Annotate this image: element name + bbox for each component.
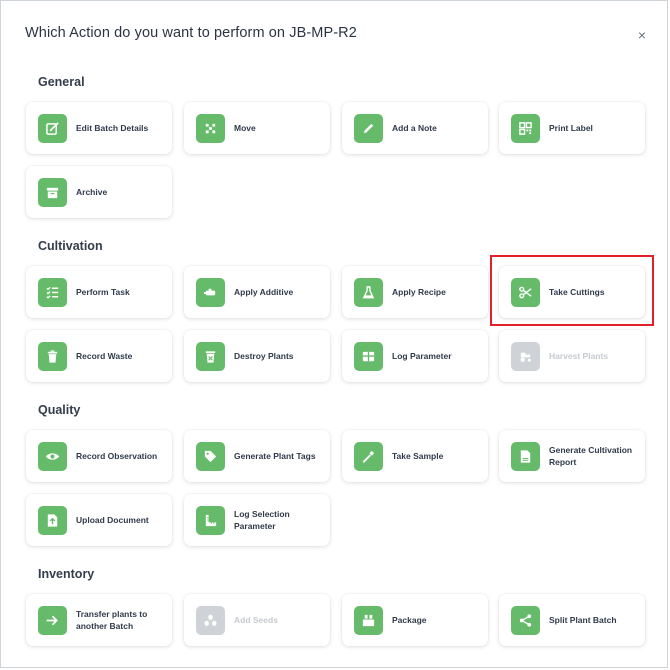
tractor-icon	[511, 342, 540, 371]
record-waste-button[interactable]: Record Waste	[26, 330, 172, 382]
generate-plant-tags-button[interactable]: Generate Plant Tags	[184, 430, 330, 482]
checklist-icon	[38, 278, 67, 307]
split-plant-batch-button[interactable]: Split Plant Batch	[499, 594, 645, 646]
destroy-plants-label: Destroy Plants	[234, 351, 294, 361]
modal-title: Which Action do you want to perform on J…	[25, 25, 357, 41]
close-icon[interactable]: ×	[635, 28, 649, 42]
pdf-file-icon	[511, 442, 540, 471]
log-parameter-label: Log Parameter	[392, 351, 452, 361]
move-label: Move	[234, 123, 256, 133]
archive-button[interactable]: Archive	[26, 166, 172, 218]
log-selection-parameter-label: Log Selection Parameter	[234, 509, 290, 531]
arrow-right-icon	[38, 606, 67, 635]
eye-icon	[38, 442, 67, 471]
spray-icon	[196, 278, 225, 307]
edit-icon	[38, 114, 67, 143]
generate-cultivation-report-button[interactable]: Generate Cultivation Report	[499, 430, 645, 482]
add-seeds-button: Add Seeds	[184, 594, 330, 646]
qr-code-icon	[511, 114, 540, 143]
upload-document-button[interactable]: Upload Document	[26, 494, 172, 546]
log-parameter-button[interactable]: Log Parameter	[342, 330, 488, 382]
ruler-icon	[196, 506, 225, 535]
action-modal: Which Action do you want to perform on J…	[0, 0, 668, 668]
upload-document-label: Upload Document	[76, 515, 149, 525]
archive-label: Archive	[76, 187, 108, 197]
transfer-plants-label: Transfer plants to another Batch	[76, 609, 148, 631]
split-plant-batch-label: Split Plant Batch	[549, 615, 617, 625]
section-cultivation: Cultivation	[38, 239, 103, 253]
move-icon	[196, 114, 225, 143]
apply-recipe-button[interactable]: Apply Recipe	[342, 266, 488, 318]
perform-task-label: Perform Task	[76, 287, 130, 297]
trash-icon	[38, 342, 67, 371]
add-note-label: Add a Note	[392, 123, 437, 133]
perform-task-button[interactable]: Perform Task	[26, 266, 172, 318]
apply-additive-button[interactable]: Apply Additive	[184, 266, 330, 318]
record-observation-label: Record Observation	[76, 451, 158, 461]
section-general: General	[38, 75, 85, 89]
transfer-plants-button[interactable]: Transfer plants to another Batch	[26, 594, 172, 646]
tag-icon	[196, 442, 225, 471]
generate-plant-tags-label: Generate Plant Tags	[234, 451, 316, 461]
flask-icon	[354, 278, 383, 307]
edit-batch-details-button[interactable]: Edit Batch Details	[26, 102, 172, 154]
take-sample-label: Take Sample	[392, 451, 444, 461]
box-icon	[354, 606, 383, 635]
move-button[interactable]: Move	[184, 102, 330, 154]
archive-icon	[38, 178, 67, 207]
harvest-plants-label: Harvest Plants	[549, 351, 609, 361]
apply-recipe-label: Apply Recipe	[392, 287, 446, 297]
record-observation-button[interactable]: Record Observation	[26, 430, 172, 482]
add-seeds-label: Add Seeds	[234, 615, 278, 625]
record-waste-label: Record Waste	[76, 351, 133, 361]
print-label-label: Print Label	[549, 123, 593, 133]
print-label-button[interactable]: Print Label	[499, 102, 645, 154]
package-button[interactable]: Package	[342, 594, 488, 646]
share-icon	[511, 606, 540, 635]
table-icon	[354, 342, 383, 371]
destroy-plants-button[interactable]: Destroy Plants	[184, 330, 330, 382]
section-quality: Quality	[38, 403, 81, 417]
add-note-button[interactable]: Add a Note	[342, 102, 488, 154]
log-selection-parameter-button[interactable]: Log Selection Parameter	[184, 494, 330, 546]
edit-batch-details-label: Edit Batch Details	[76, 123, 149, 133]
pipette-icon	[354, 442, 383, 471]
seeds-icon	[196, 606, 225, 635]
take-sample-button[interactable]: Take Sample	[342, 430, 488, 482]
file-upload-icon	[38, 506, 67, 535]
harvest-plants-button: Harvest Plants	[499, 330, 645, 382]
generate-cultivation-report-label: Generate Cultivation Report	[549, 445, 633, 467]
highlight-box	[490, 255, 654, 326]
delete-bin-icon	[196, 342, 225, 371]
package-label: Package	[392, 615, 427, 625]
section-inventory: Inventory	[38, 567, 95, 581]
apply-additive-label: Apply Additive	[234, 287, 294, 297]
pencil-icon	[354, 114, 383, 143]
